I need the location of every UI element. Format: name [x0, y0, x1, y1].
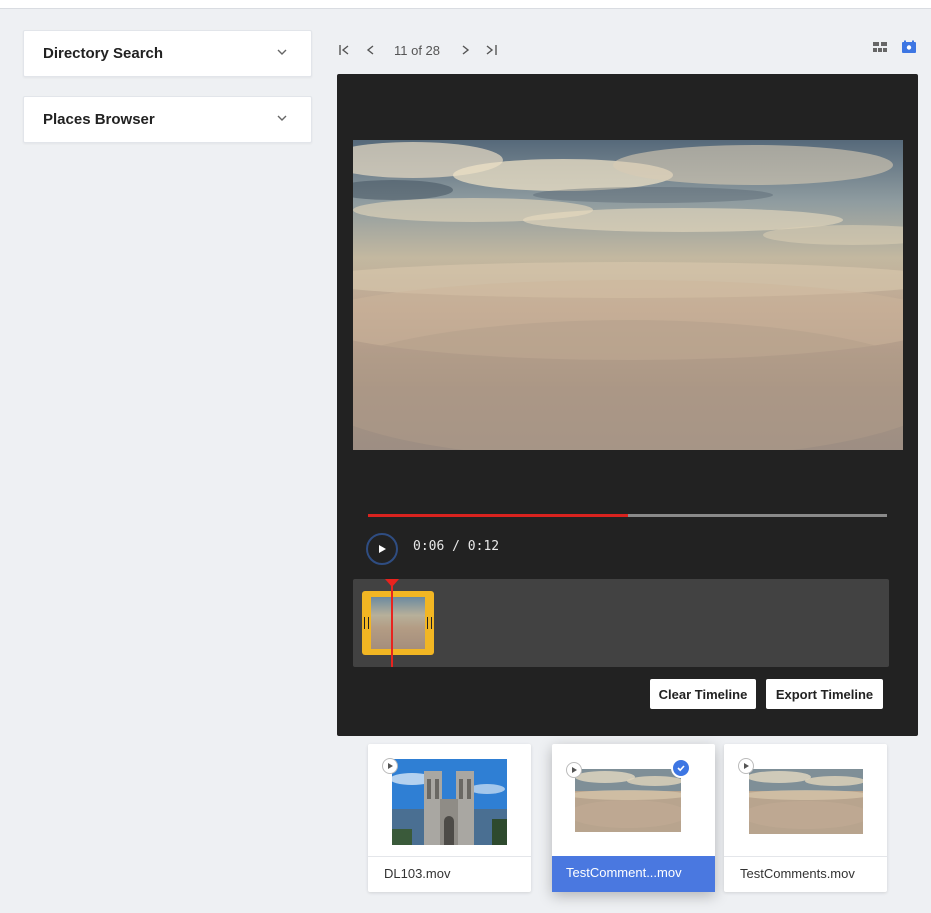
- thumbnail-image: [575, 769, 681, 832]
- thumbnail-card[interactable]: TestComment...mov: [552, 744, 715, 892]
- thumbnail-name: TestComments.mov: [724, 856, 887, 892]
- view-toggle: [872, 40, 917, 54]
- chevron-down-icon[interactable]: [275, 45, 289, 59]
- last-page-button[interactable]: [482, 41, 500, 59]
- thumbnail-image: [392, 759, 507, 845]
- clip-right-handle[interactable]: [427, 617, 432, 629]
- directory-search-panel[interactable]: Directory Search: [23, 30, 312, 77]
- clear-timeline-button[interactable]: Clear Timeline: [650, 679, 756, 709]
- clip-left-handle[interactable]: [364, 617, 369, 629]
- play-icon: [388, 763, 393, 769]
- thumbnail-image: [749, 769, 863, 834]
- export-timeline-button[interactable]: Export Timeline: [766, 679, 883, 709]
- top-bar: [0, 0, 931, 9]
- thumbnail-name: DL103.mov: [368, 856, 531, 892]
- pager: 11 of 28: [336, 40, 500, 60]
- places-browser-panel[interactable]: Places Browser: [23, 96, 312, 143]
- progress-bar[interactable]: [368, 514, 887, 517]
- first-page-icon: [339, 45, 349, 55]
- check-icon: [677, 765, 685, 772]
- play-button[interactable]: [366, 533, 398, 565]
- video-badge: [382, 758, 398, 774]
- first-page-button[interactable]: [336, 41, 354, 59]
- timeline-clip[interactable]: [362, 591, 434, 655]
- list-view-icon[interactable]: [872, 40, 888, 54]
- video-badge: [566, 762, 582, 778]
- prev-page-button[interactable]: [362, 41, 380, 59]
- playhead-line[interactable]: [391, 579, 393, 667]
- next-page-button[interactable]: [456, 41, 474, 59]
- video-image: [353, 140, 903, 450]
- chevron-down-icon[interactable]: [275, 111, 289, 125]
- gallery-view-icon[interactable]: [901, 40, 917, 54]
- chevron-left-icon: [366, 45, 374, 55]
- last-page-icon: [486, 45, 497, 55]
- page-count: 11 of 28: [394, 42, 441, 58]
- play-icon: [572, 767, 577, 773]
- thumbnail-card[interactable]: TestComments.mov: [724, 744, 887, 892]
- places-browser-title: Places Browser: [43, 111, 155, 128]
- thumbnail-card[interactable]: DL103.mov: [368, 744, 531, 892]
- selected-check-badge: [671, 758, 691, 778]
- play-icon: [744, 763, 749, 769]
- video-player: 0:06 / 0:12 Clear Timeline Export Timeli…: [337, 74, 918, 736]
- clip-thumbnail: [371, 597, 425, 649]
- thumbnail-name: TestComment...mov: [552, 856, 715, 892]
- play-icon: [379, 545, 386, 553]
- clouds-image: [575, 769, 681, 832]
- clouds-image: [749, 769, 863, 834]
- cathedral-image: [392, 759, 507, 845]
- progress-fill: [368, 514, 628, 517]
- chevron-right-icon: [462, 45, 470, 55]
- video-badge: [738, 758, 754, 774]
- video-frame[interactable]: [353, 140, 903, 450]
- time-display: 0:06 / 0:12: [413, 539, 500, 554]
- directory-search-title: Directory Search: [43, 45, 164, 62]
- timeline-track[interactable]: [353, 579, 889, 667]
